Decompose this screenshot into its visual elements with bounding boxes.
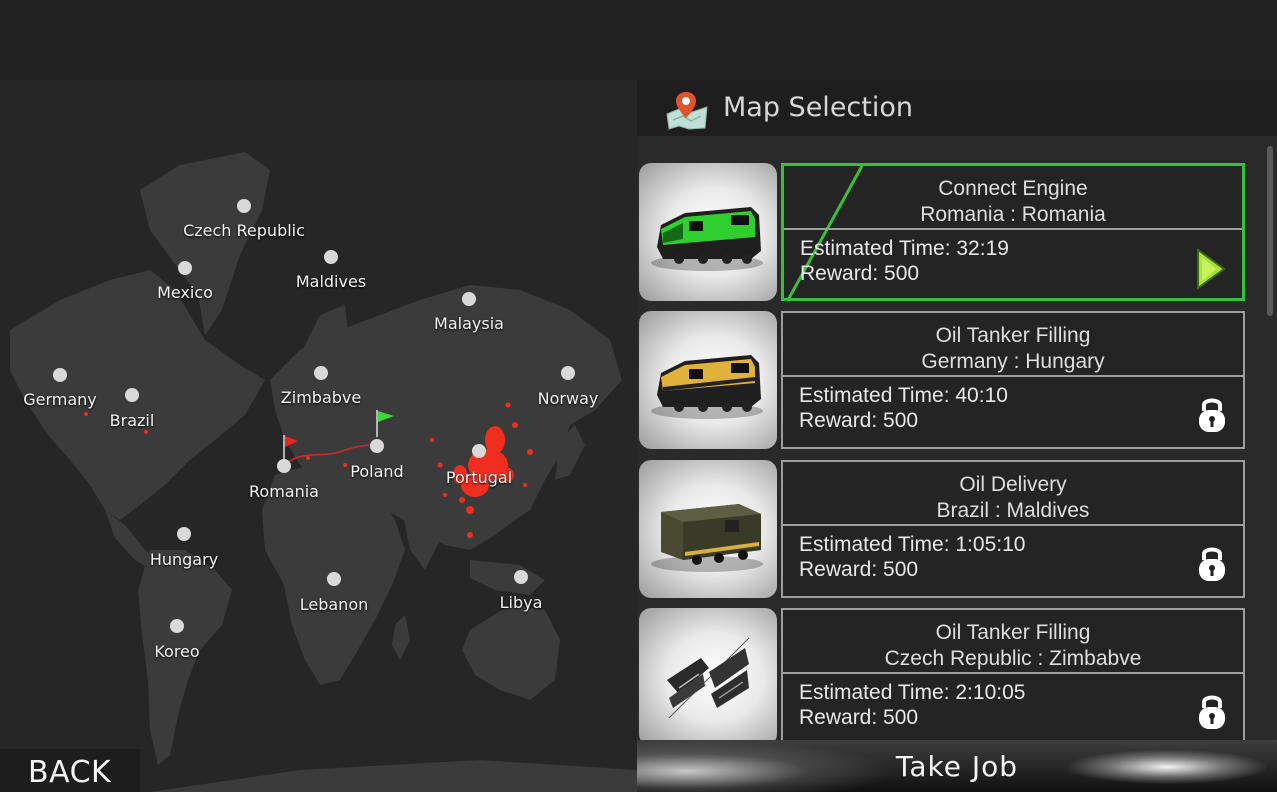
back-button[interactable]: BACK bbox=[0, 749, 140, 792]
locomotive-icon bbox=[651, 355, 763, 419]
job-name: Connect Engine bbox=[938, 177, 1088, 200]
city-label-romania: Romania bbox=[249, 482, 319, 501]
job-card[interactable]: Connect Engine Romania : Romania Estimat… bbox=[781, 163, 1245, 301]
city-label-zimbabve: Zimbabve bbox=[280, 388, 362, 407]
city-marker-brazil[interactable] bbox=[125, 388, 139, 402]
city-marker-germany[interactable] bbox=[53, 368, 67, 382]
city-label-brazil: Brazil bbox=[109, 411, 155, 430]
city-marker-koreo[interactable] bbox=[170, 619, 184, 633]
job-card[interactable]: Oil Tanker Filling Czech Republic : Zimb… bbox=[781, 608, 1245, 740]
locomotive-icon bbox=[667, 637, 750, 719]
job-title-box: Oil Tanker Filling Czech Republic : Zimb… bbox=[783, 610, 1243, 674]
city-label-mexico: Mexico bbox=[157, 283, 213, 302]
job-name: Oil Delivery bbox=[959, 473, 1067, 496]
job-card[interactable]: Oil Tanker Filling Germany : Hungary Est… bbox=[781, 311, 1245, 449]
job-name: Oil Tanker Filling bbox=[935, 621, 1091, 644]
job-reward: Reward: 500 bbox=[800, 262, 920, 285]
city-marker-romania[interactable] bbox=[277, 459, 291, 473]
city-marker-maldives[interactable] bbox=[324, 250, 338, 264]
job-row[interactable]: Connect Engine Romania : Romania Estimat… bbox=[637, 146, 1257, 301]
job-title-box: Connect Engine Romania : Romania bbox=[784, 166, 1242, 230]
world-map-panel: Czech Republic Mexico Maldives Malaysia … bbox=[0, 80, 637, 792]
city-marker-mexico[interactable] bbox=[178, 261, 192, 275]
job-route: Germany : Hungary bbox=[921, 350, 1105, 373]
city-label-poland: Poland bbox=[350, 462, 404, 481]
job-title-box: Oil Delivery Brazil : Maldives bbox=[783, 462, 1243, 526]
locomotive-thumbnail bbox=[639, 460, 777, 598]
city-label-koreo: Koreo bbox=[154, 642, 200, 661]
city-label-lebanon: Lebanon bbox=[299, 595, 369, 614]
job-estimated-time: Estimated Time: 1:05:10 bbox=[799, 533, 1026, 556]
job-card[interactable]: Oil Delivery Brazil : Maldives Estimated… bbox=[781, 460, 1245, 598]
locomotive-icon bbox=[651, 207, 763, 271]
city-marker-portugal[interactable] bbox=[472, 444, 486, 458]
city-marker-hungary[interactable] bbox=[177, 527, 191, 541]
job-route: Romania : Romania bbox=[920, 203, 1106, 226]
job-estimated-time: Estimated Time: 2:10:05 bbox=[799, 681, 1026, 704]
locomotive-thumbnail bbox=[639, 608, 777, 740]
job-route: Czech Republic : Zimbabve bbox=[884, 647, 1142, 670]
map-pin-icon bbox=[666, 92, 708, 130]
back-button-label: BACK bbox=[28, 755, 112, 790]
locomotive-icon bbox=[651, 504, 763, 572]
job-estimated-time: Estimated Time: 40:10 bbox=[799, 384, 1008, 407]
city-marker-poland[interactable] bbox=[370, 439, 384, 453]
job-selection-panel: Map Selection Connect Engine Romania: R… bbox=[637, 80, 1277, 792]
job-list[interactable]: Connect Engine Romania : Romania Estimat… bbox=[637, 146, 1277, 740]
job-estimated-time: Estimated Time: 32:19 bbox=[800, 237, 1009, 260]
job-row[interactable]: Oil Delivery Brazil : Maldives Estimated… bbox=[637, 443, 1257, 598]
job-title-box: Oil Tanker Filling Germany : Hungary bbox=[783, 313, 1243, 377]
world-map bbox=[10, 152, 637, 792]
city-marker-czech-republic[interactable] bbox=[237, 199, 251, 213]
lock-icon bbox=[1199, 547, 1225, 581]
city-label-libya: Libya bbox=[499, 593, 543, 612]
city-label-malaysia: Malaysia bbox=[434, 314, 504, 333]
locomotive-thumbnail bbox=[639, 163, 777, 301]
lock-icon bbox=[1199, 695, 1225, 729]
panel-header: Map Selection bbox=[637, 80, 1277, 136]
city-marker-malaysia[interactable] bbox=[462, 292, 476, 306]
city-marker-norway[interactable] bbox=[561, 366, 575, 380]
job-name: Oil Tanker Filling bbox=[935, 324, 1091, 347]
take-job-label: Take Job bbox=[895, 750, 1019, 783]
job-row[interactable]: Oil Tanker Filling Germany : Hungary Est… bbox=[637, 294, 1257, 449]
city-label-hungary: Hungary bbox=[149, 550, 219, 569]
job-reward: Reward: 500 bbox=[799, 706, 919, 729]
job-row[interactable]: Oil Tanker Filling Czech Republic : Zimb… bbox=[637, 591, 1257, 740]
city-marker-lebanon[interactable] bbox=[327, 572, 341, 586]
city-label-czech-republic: Czech Republic bbox=[183, 221, 305, 240]
panel-title: Map Selection bbox=[723, 92, 913, 123]
city-label-maldives: Maldives bbox=[295, 272, 367, 291]
city-label-norway: Norway bbox=[537, 389, 599, 408]
job-reward: Reward: 500 bbox=[799, 558, 919, 581]
play-icon[interactable] bbox=[1196, 248, 1226, 290]
job-reward: Reward: 500 bbox=[799, 409, 919, 432]
city-label-portugal: Portugal bbox=[445, 468, 513, 487]
city-marker-libya[interactable] bbox=[514, 570, 528, 584]
city-label-germany: Germany bbox=[23, 390, 97, 409]
take-job-button[interactable]: Take Job bbox=[637, 740, 1277, 792]
job-route: Brazil : Maldives bbox=[936, 499, 1090, 522]
scrollbar[interactable] bbox=[1267, 146, 1273, 316]
city-marker-zimbabve[interactable] bbox=[314, 366, 328, 380]
locomotive-thumbnail bbox=[639, 311, 777, 449]
lock-icon bbox=[1199, 398, 1225, 432]
